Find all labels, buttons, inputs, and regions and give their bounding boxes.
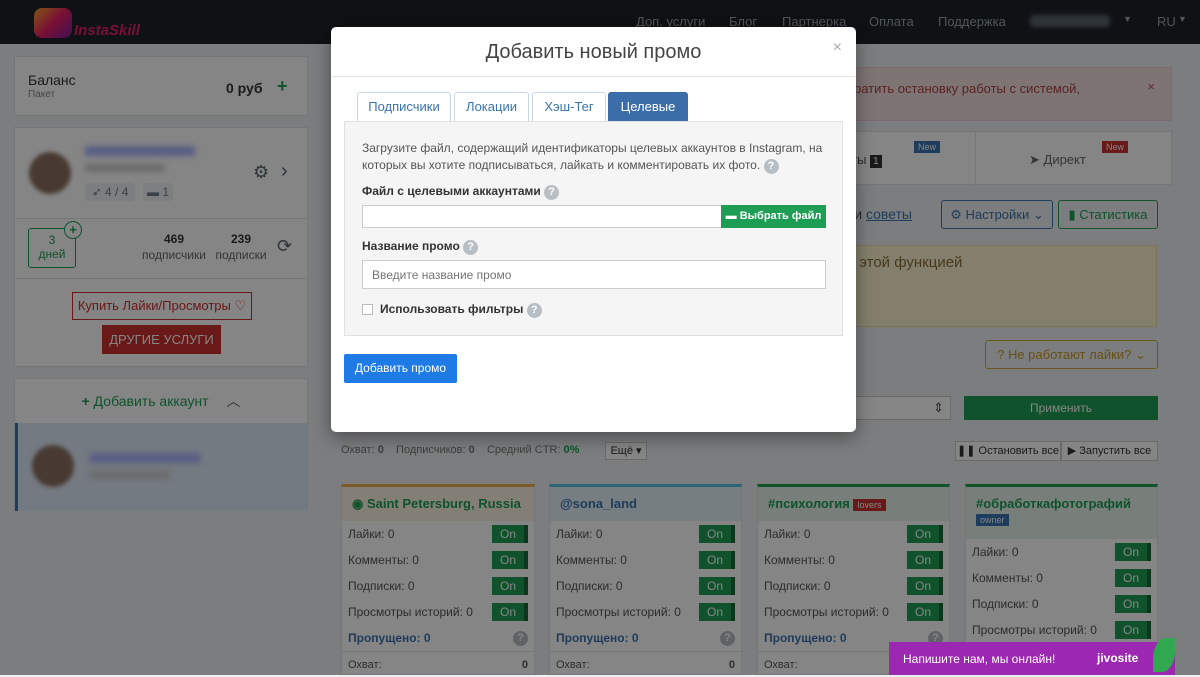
tab-locations[interactable]: Локации [454,92,529,121]
promo-name-input[interactable] [362,260,826,289]
choose-file-button[interactable]: ▬ Выбрать файл [721,205,826,228]
close-icon[interactable]: × [833,39,842,57]
file-label: Файл с целевыми аккаунтами ? [362,184,560,200]
tab-hashtag[interactable]: Хэш-Тег [532,92,606,121]
help-icon[interactable]: ? [526,303,542,318]
file-path-input[interactable] [362,205,722,228]
jivosite-leaf-icon [1153,638,1175,672]
use-filters-label: Использовать фильтры ? [380,302,542,318]
add-promo-button[interactable]: Добавить промо [344,354,457,383]
divider [331,76,856,77]
description-text: Загрузите файл, содержащий идентификатор… [362,140,832,174]
use-filters-text: Использовать фильтры [380,302,524,316]
choose-file-label: Выбрать файл [739,210,822,222]
modal-title: Добавить новый промо [485,41,702,63]
file-label-text: Файл с целевыми аккаунтами [362,184,541,198]
tab-followers[interactable]: Подписчики [357,92,451,121]
tab-targeted[interactable]: Целевые [608,92,688,121]
chat-widget[interactable]: Напишите нам, мы онлайн! jivosite [889,638,1175,675]
tab-pane-targeted: Загрузите файл, содержащий идентификатор… [344,121,843,336]
chat-brand: jivosite [1097,651,1139,665]
use-filters-checkbox[interactable] [362,304,373,315]
help-icon[interactable]: ? [544,185,560,200]
chat-text: Напишите нам, мы онлайн! [903,652,1056,666]
promo-name-label-text: Название промо [362,239,460,253]
promo-name-label: Название промо ? [362,239,479,255]
description: Загрузите файл, содержащий идентификатор… [362,141,823,172]
help-icon[interactable]: ? [463,240,479,255]
add-promo-modal: Добавить новый промо × Подписчики Локаци… [331,27,856,432]
help-icon[interactable]: ? [763,159,779,174]
